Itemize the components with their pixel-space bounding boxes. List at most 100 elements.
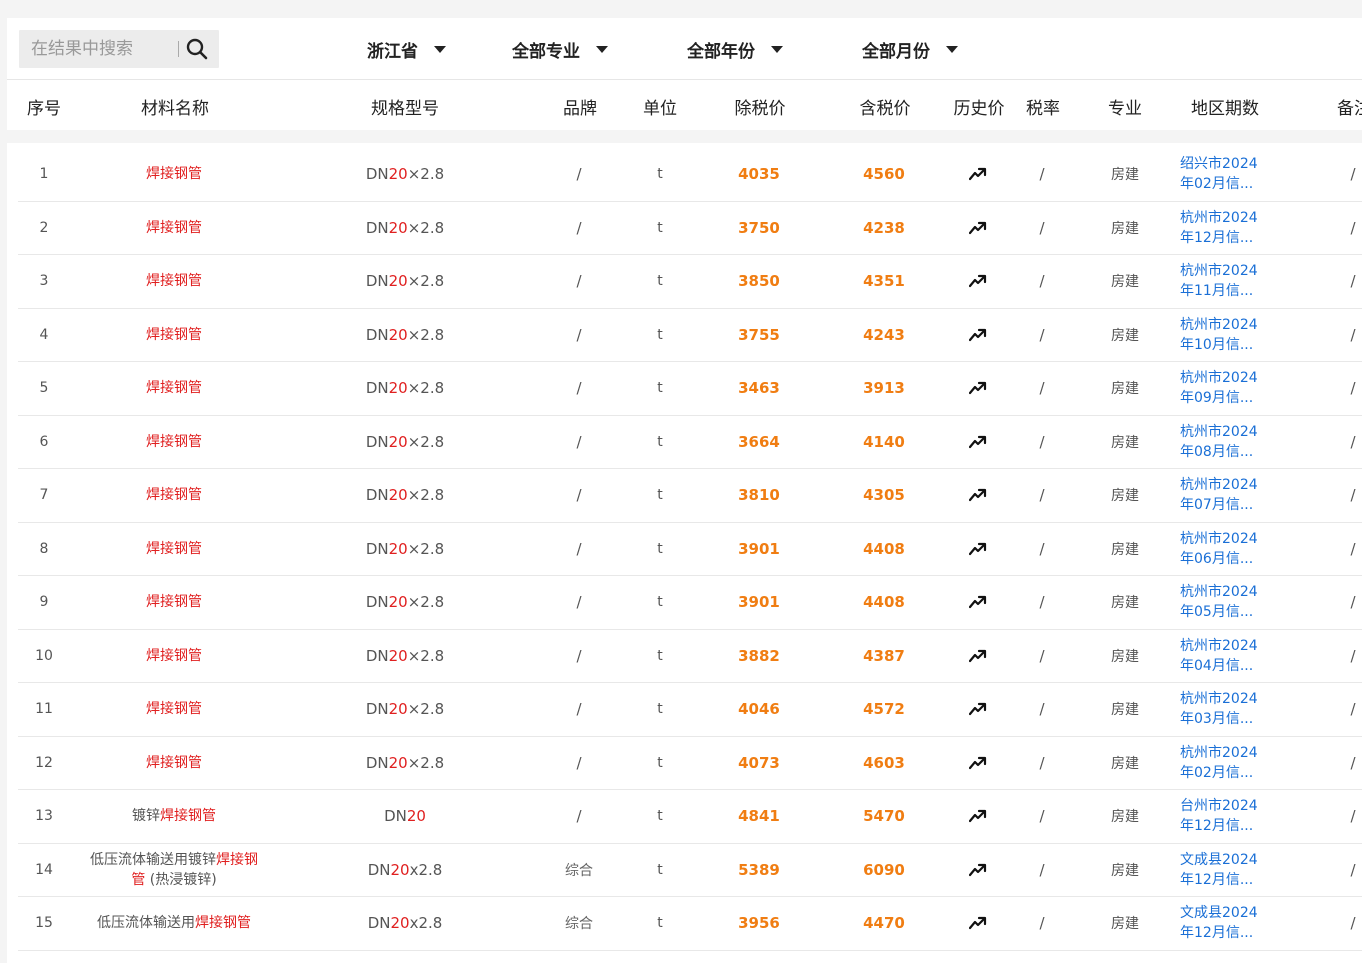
filter-major-dropdown[interactable]: 全部专业 [512,36,608,62]
material-name-part: 焊接钢管 [146,380,202,397]
spec-model: DN20×2.8 [366,486,444,504]
row-number: 8 [39,540,49,557]
unit-value: t [657,540,663,557]
spec-model: DN20×2.8 [366,165,444,183]
region-period-link[interactable]: 杭州市2024年11月信... [1180,261,1270,301]
filter-year-label: 全部年份 [687,41,755,62]
trend-chart-icon[interactable] [968,756,987,770]
spec-part: ×2.8 [407,753,445,772]
col-header-spec: 规格型号 [371,99,439,119]
region-period-link[interactable]: 文成县2024年12月信... [1180,903,1270,943]
trend-chart-icon[interactable] [968,649,987,663]
material-name-link[interactable]: 焊接钢管 [146,753,202,773]
region-period-link[interactable]: 杭州市2024年09月信... [1180,368,1270,408]
table-row[interactable]: 13 镀锌焊接钢管 DN20 / t 4841 5470 / 房建 台州市2024年12月信...… [18,790,1362,844]
trend-chart-icon[interactable] [968,221,987,235]
material-name-link[interactable]: 焊接钢管 [146,646,202,666]
col-header-brand: 品牌 [563,99,597,119]
trend-chart-icon[interactable] [968,542,987,556]
spec-part: DN [384,807,407,826]
spec-part: 20 [390,914,410,933]
region-period-link[interactable]: 杭州市2024年04月信... [1180,636,1270,676]
trend-chart-icon[interactable] [968,595,987,609]
spec-model: DN20×2.8 [366,700,444,718]
spec-part: 20 [388,325,408,344]
region-period-link[interactable]: 文成县2024年12月信... [1180,850,1270,890]
spec-part: DN [367,860,391,879]
trend-chart-icon[interactable] [968,809,987,823]
region-period-link[interactable]: 杭州市2024年05月信... [1180,582,1270,622]
region-period-link[interactable]: 杭州市2024年06月信... [1180,529,1270,569]
material-name-part: 焊接钢管 [146,166,202,183]
region-period-link[interactable]: 台州市2024年12月信... [1180,796,1270,836]
material-name-link[interactable]: 焊接钢管 [146,271,202,291]
table-row[interactable]: 8 焊接钢管 DN20×2.8 / t 3901 4408 / 房建 杭州市2024年06月信..… [18,523,1362,576]
trend-chart-icon[interactable] [968,381,987,395]
spec-part: ×2.8 [407,700,445,719]
filter-province-dropdown[interactable]: 浙江省 [367,36,446,62]
major-value: 房建 [1111,381,1139,398]
table-row[interactable]: 14 低压流体输送用镀锌焊接钢管 (热浸镀锌) DN20x2.8 综合 t 5389 609… [18,844,1362,897]
major-value: 房建 [1111,220,1139,237]
search-input[interactable] [19,30,179,68]
table-row[interactable]: 6 焊接钢管 DN20×2.8 / t 3664 4140 / 房建 杭州市2024年08月信..… [18,416,1362,469]
material-name-link[interactable]: 焊接钢管 [146,592,202,612]
table-row[interactable]: 2 焊接钢管 DN20×2.8 / t 3750 4238 / 房建 杭州市2024年12月信..… [18,202,1362,255]
trend-chart-icon[interactable] [968,274,987,288]
material-name-link[interactable]: 焊接钢管 [146,699,202,719]
region-period-link[interactable]: 杭州市2024年10月信... [1180,315,1270,355]
region-period-link[interactable]: 绍兴市2024年02月信... [1180,154,1270,194]
col-header-major: 专业 [1108,99,1142,119]
material-name-link[interactable]: 焊接钢管 [146,485,202,505]
region-period-link[interactable]: 杭州市2024年12月信... [1180,208,1270,248]
spec-model: DN20×2.8 [366,754,444,772]
region-period-link[interactable]: 杭州市2024年02月信... [1180,743,1270,783]
tax-rate-value: / [1039,914,1045,933]
note-value: / [1350,700,1356,719]
table-row[interactable]: 15 低压流体输送用焊接钢管 DN20x2.8 综合 t 3956 4470 / 房建 文成县20… [18,897,1362,951]
table-row[interactable]: 11 焊接钢管 DN20×2.8 / t 4046 4572 / 房建 杭州市2024年03月信.… [18,683,1362,737]
material-name-link[interactable]: 焊接钢管 [146,325,202,345]
table-row[interactable]: 1 焊接钢管 DN20×2.8 / t 4035 4560 / 房建 绍兴市2024年02月信..… [18,148,1362,202]
material-name-link[interactable]: 低压流体输送用焊接钢管 [97,913,251,933]
material-name-part: 焊接钢管 [160,808,216,825]
material-name-link[interactable]: 焊接钢管 [146,164,202,184]
unit-value: t [657,219,663,236]
row-number: 3 [39,273,49,290]
filter-year-dropdown[interactable]: 全部年份 [687,36,783,62]
region-period-link[interactable]: 杭州市2024年07月信... [1180,475,1270,515]
trend-chart-icon[interactable] [968,702,987,716]
trend-chart-icon[interactable] [968,328,987,342]
table-row[interactable]: 3 焊接钢管 DN20×2.8 / t 3850 4351 / 房建 杭州市2024年11月信..… [18,255,1362,309]
brand-value: / [576,272,582,291]
filter-month-dropdown[interactable]: 全部月份 [862,36,958,62]
note-value: / [1350,165,1356,184]
region-period-link[interactable]: 杭州市2024年03月信... [1180,689,1270,729]
table-row[interactable]: 10 焊接钢管 DN20×2.8 / t 3882 4387 / 房建 杭州市2024年04月信.… [18,630,1362,683]
col-header-price-ex: 除税价 [734,99,786,119]
trend-chart-icon[interactable] [968,488,987,502]
table-row[interactable]: 7 焊接钢管 DN20×2.8 / t 3810 4305 / 房建 杭州市2024年07月信..… [18,469,1362,523]
material-name-link[interactable]: 焊接钢管 [146,378,202,398]
trend-chart-icon[interactable] [968,167,987,181]
table-row[interactable]: 4 焊接钢管 DN20×2.8 / t 3755 4243 / 房建 杭州市2024年10月信..… [18,309,1362,362]
price-incl-tax: 6090 [863,860,905,879]
table-row[interactable]: 12 焊接钢管 DN20×2.8 / t 4073 4603 / 房建 杭州市2024年02月信.… [18,737,1362,790]
table-row[interactable]: 9 焊接钢管 DN20×2.8 / t 3901 4408 / 房建 杭州市2024年05月信..… [18,576,1362,630]
search-button[interactable] [185,37,209,61]
trend-chart-icon[interactable] [968,435,987,449]
price-incl-tax: 4603 [863,753,905,772]
table-row[interactable]: 5 焊接钢管 DN20×2.8 / t 3463 3913 / 房建 杭州市2024年09月信..… [18,362,1362,416]
brand-value: 综合 [565,916,593,933]
tax-rate-value: / [1039,432,1045,451]
material-name-link[interactable]: 焊接钢管 [146,218,202,238]
trend-chart-icon[interactable] [968,916,987,930]
region-period-link[interactable]: 杭州市2024年08月信... [1180,422,1270,462]
material-name-link[interactable]: 低压流体输送用镀锌焊接钢管 (热浸镀锌) [90,850,258,890]
caret-down-icon [596,45,608,53]
material-name-link[interactable]: 焊接钢管 [146,432,202,452]
table-header-panel: 浙江省 全部专业 全部年份 全部月份 序号 材料名称 规格型号 品牌 单位 除税… [7,18,1362,130]
material-name-link[interactable]: 镀锌焊接钢管 [132,806,216,826]
trend-chart-icon[interactable] [968,863,987,877]
material-name-link[interactable]: 焊接钢管 [146,539,202,559]
